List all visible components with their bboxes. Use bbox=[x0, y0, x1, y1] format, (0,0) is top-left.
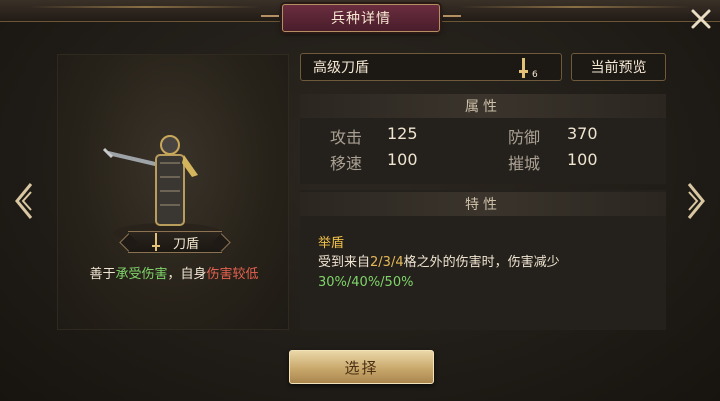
current-preview-label: 当前预览 bbox=[590, 60, 647, 76]
traits-heading: 特性 bbox=[300, 192, 666, 216]
attributes-heading: 属性 bbox=[300, 94, 666, 118]
trait-description: 受到来自2/3/4格之外的伤害时，伤害减少 30%/40%/50% bbox=[318, 253, 658, 293]
unit-desc-middle: ，自身 bbox=[167, 267, 207, 282]
unit-variant-value: 高级刀盾 bbox=[313, 60, 369, 76]
unit-desc-strength: 承受伤害 bbox=[115, 267, 168, 282]
prev-unit-button[interactable] bbox=[12, 181, 36, 221]
close-button[interactable] bbox=[686, 4, 716, 34]
attr-label-attack: 攻击 bbox=[330, 128, 363, 147]
unit-name: 刀盾 bbox=[172, 236, 199, 252]
attr-label-speed: 移速 bbox=[330, 154, 363, 173]
tier-level: 6 bbox=[532, 70, 538, 79]
attr-label-siege: 摧城 bbox=[508, 154, 541, 173]
select-button[interactable]: 选择 bbox=[289, 350, 434, 384]
trait-desc-ranges: 2/3/4 bbox=[370, 255, 404, 270]
attr-value-siege: 100 bbox=[567, 150, 598, 169]
unit-model-image bbox=[102, 135, 223, 243]
traits-title: 特性 bbox=[465, 197, 501, 213]
unit-desc-weakness: 伤害较低 bbox=[206, 267, 259, 282]
chevron-right-icon bbox=[687, 183, 705, 219]
trait-desc-values: 30%/40%/50% bbox=[318, 275, 414, 290]
select-button-label: 选择 bbox=[344, 358, 379, 377]
unit-name-plate: 刀盾 bbox=[128, 231, 222, 253]
attributes-title: 属性 bbox=[465, 99, 501, 115]
trait-name: 举盾 bbox=[318, 236, 345, 251]
window-title-text: 兵种详情 bbox=[331, 11, 391, 27]
attr-value-speed: 100 bbox=[387, 150, 418, 169]
traits-panel: 特性 举盾 受到来自2/3/4格之外的伤害时，伤害减少 30%/40%/50% bbox=[300, 190, 666, 330]
trait-desc-a: 受到来自 bbox=[318, 255, 371, 270]
unit-detail-window: 兵种详情 刀盾 善于承受伤害，自身伤害较低 高级刀盾 6 当前预览 属性 攻击 … bbox=[0, 0, 720, 401]
unit-preview-panel: 刀盾 善于承受伤害，自身伤害较低 bbox=[57, 54, 289, 330]
unit-desc-prefix: 善于 bbox=[89, 267, 116, 282]
attr-value-attack: 125 bbox=[387, 124, 418, 143]
tier-badge-icon: 6 bbox=[519, 58, 538, 79]
attr-value-defense: 370 bbox=[567, 124, 598, 143]
attr-label-defense: 防御 bbox=[508, 128, 541, 147]
chevron-left-icon bbox=[15, 183, 33, 219]
unit-variant-dropdown[interactable]: 高级刀盾 6 bbox=[300, 53, 562, 81]
current-preview-button[interactable]: 当前预览 bbox=[571, 53, 666, 81]
close-icon bbox=[691, 9, 711, 29]
unit-description: 善于承受伤害，自身伤害较低 bbox=[58, 263, 290, 282]
window-title: 兵种详情 bbox=[261, 4, 461, 32]
trait-desc-b: 格之外的伤害时，伤害减少 bbox=[403, 255, 560, 270]
sword-tier-icon bbox=[151, 233, 160, 251]
attributes-panel: 属性 攻击 125 防御 370 移速 100 摧城 100 bbox=[300, 94, 666, 184]
next-unit-button[interactable] bbox=[684, 181, 708, 221]
